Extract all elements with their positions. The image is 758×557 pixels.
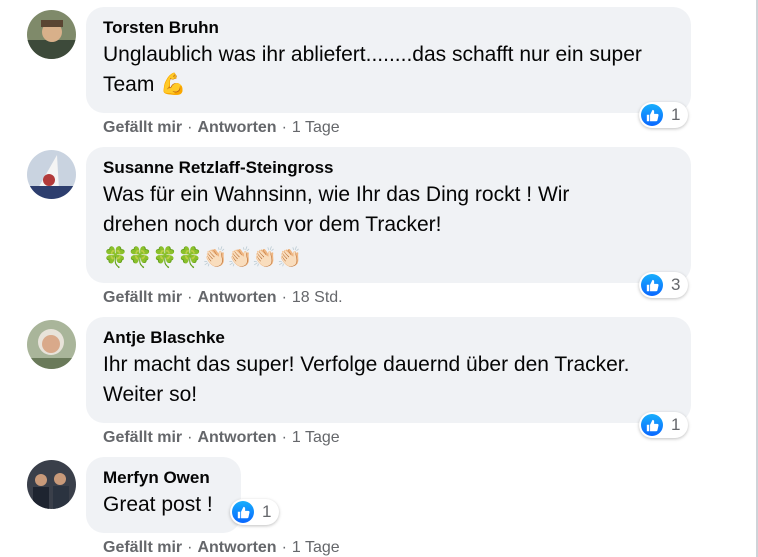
avatar-photo [27, 10, 76, 59]
thumbs-up-icon [641, 274, 663, 296]
comment-text: Great post ! [103, 493, 213, 516]
comment-actions: Gefällt mir · Antworten · 1 Tage [103, 119, 340, 136]
comment-author[interactable]: Torsten Bruhn [103, 17, 674, 39]
comment-author[interactable]: Merfyn Owen [103, 467, 224, 489]
like-link[interactable]: Gefällt mir [103, 289, 182, 306]
comment-time[interactable]: 18 Std. [292, 289, 343, 306]
avatar[interactable] [27, 460, 76, 509]
like-link[interactable]: Gefällt mir [103, 119, 182, 136]
avatar-photo [27, 460, 76, 509]
comment-author[interactable]: Susanne Retzlaff-Steingross [103, 157, 674, 179]
reaction-badge[interactable]: 1 [639, 412, 689, 438]
comment-time[interactable]: 1 Tage [292, 119, 340, 136]
reaction-badge[interactable]: 1 [639, 102, 689, 128]
reaction-count: 1 [671, 105, 681, 124]
like-link[interactable]: Gefällt mir [103, 539, 182, 556]
reply-link[interactable]: Antworten [197, 289, 276, 306]
reaction-badge[interactable]: 3 [639, 272, 689, 298]
avatar[interactable] [27, 320, 76, 369]
comment-emojis: 🍀🍀🍀🍀👏🏻👏🏻👏🏻👏🏻 [103, 247, 303, 269]
comment-actions: Gefällt mir · Antworten · 1 Tage [103, 539, 340, 556]
comment-bubble: Antje Blaschke Ihr macht das super! Verf… [86, 317, 691, 423]
comment-actions: Gefällt mir · Antworten · 18 Std. [103, 289, 343, 306]
reaction-count: 3 [671, 275, 681, 294]
comment-bubble: Susanne Retzlaff-Steingross Was für ein … [86, 147, 691, 283]
comment-bubble: Torsten Bruhn Unglaublich was ihr ablief… [86, 7, 691, 113]
avatar[interactable] [27, 150, 76, 199]
reply-link[interactable]: Antworten [197, 429, 276, 446]
comment-actions: Gefällt mir · Antworten · 1 Tage [103, 429, 340, 446]
avatar-photo [27, 320, 76, 369]
reaction-count: 1 [671, 415, 681, 434]
comment-text: Unglaublich was ihr abliefert........das… [103, 43, 642, 96]
reply-link[interactable]: Antworten [197, 119, 276, 136]
thumbs-up-icon [641, 414, 663, 436]
avatar-photo [27, 150, 76, 199]
reply-link[interactable]: Antworten [197, 539, 276, 556]
comment-time[interactable]: 1 Tage [292, 539, 340, 556]
reaction-badge[interactable]: 1 [230, 499, 280, 525]
like-link[interactable]: Gefällt mir [103, 429, 182, 446]
thumbs-up-icon [232, 501, 254, 523]
avatar[interactable] [27, 10, 76, 59]
thumbs-up-icon [641, 104, 663, 126]
comment-text: Ihr macht das super! Verfolge dauernd üb… [103, 353, 630, 406]
comment-bubble: Merfyn Owen Great post ! [86, 457, 241, 533]
comment-author[interactable]: Antje Blaschke [103, 327, 674, 349]
comment-time[interactable]: 1 Tage [292, 429, 340, 446]
comment-text: Was für ein Wahnsinn, wie Ihr das Ding r… [103, 183, 570, 236]
reaction-count: 1 [262, 502, 272, 521]
